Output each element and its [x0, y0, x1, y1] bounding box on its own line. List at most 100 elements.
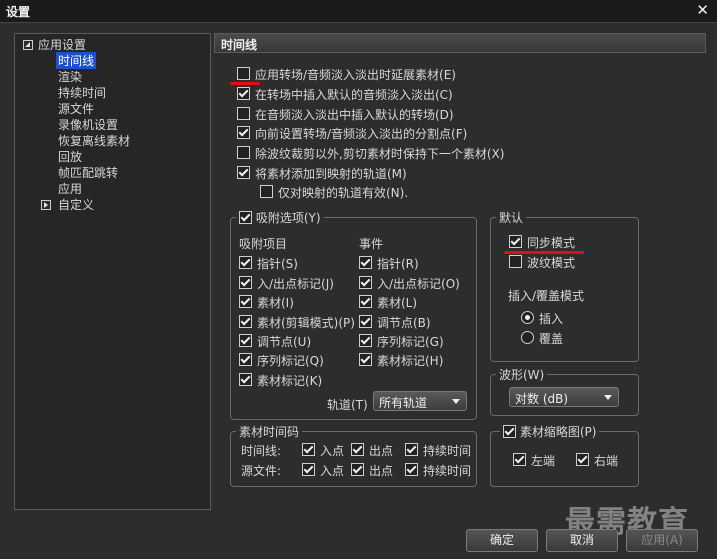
source-duration-checkbox[interactable]	[405, 463, 418, 476]
snap-event-cursor-label: 指针(R)	[377, 257, 419, 271]
snap-event-clip-marker-label: 素材标记(H)	[377, 354, 444, 368]
option-mapped-only-label: 仅对映射的轨道有效(N).	[278, 186, 409, 200]
snap-item-cursor-checkbox[interactable]	[239, 256, 252, 269]
snap-event-inout-checkbox[interactable]	[359, 276, 372, 289]
window-title: 设置	[6, 5, 31, 19]
timeline-out-checkbox[interactable]	[351, 443, 364, 456]
snap-item-clip-checkbox[interactable]	[239, 295, 252, 308]
snap-event-inout-label: 入/出点标记(O)	[377, 277, 460, 291]
option-keep-next-clip-checkbox[interactable]	[237, 146, 250, 159]
settings-tree: 应用设置 时间线 渲染 持续时间 源文件 录像机设置 恢复离线素材 回放 帧匹配…	[14, 33, 211, 510]
apply-button[interactable]: 应用(A)	[626, 529, 698, 552]
tree-item-application[interactable]: 应用	[58, 180, 82, 197]
option-extend-clip-label: 应用转场/音频淡入淡出时延展素材(E)	[255, 68, 456, 82]
option-mapped-only-checkbox[interactable]	[260, 185, 273, 198]
tree-item-timeline[interactable]: 时间线	[56, 52, 97, 69]
snap-item-clip-label: 素材(I)	[257, 296, 294, 310]
overwrite-radio[interactable]	[521, 331, 534, 344]
clip-timecode-title: 素材时间码	[236, 423, 303, 440]
snap-options-title: 吸附选项(Y)	[236, 209, 324, 226]
tree-item-source-file[interactable]: 源文件	[58, 100, 94, 117]
tree-item-custom[interactable]: 自定义	[58, 196, 94, 213]
ripple-mode-checkbox[interactable]	[509, 255, 522, 268]
sync-mode-checkbox[interactable]	[509, 235, 522, 248]
snap-item-seq-marker-checkbox[interactable]	[239, 353, 252, 366]
thumbnail-title: 素材缩略图(P)	[500, 423, 600, 440]
insert-overwrite-mode-label: 插入/覆盖模式	[508, 289, 585, 303]
annotation-underline	[230, 82, 260, 85]
timecode-source-label: 源文件:	[241, 464, 282, 478]
ok-button[interactable]: 确定	[466, 529, 538, 552]
option-insert-transition-checkbox[interactable]	[237, 107, 250, 120]
snap-event-cursor-checkbox[interactable]	[359, 256, 372, 269]
snap-item-clip-marker-label: 素材标记(K)	[257, 374, 323, 388]
track-select[interactable]: 所有轨道	[373, 391, 467, 411]
snap-item-clip-trim-checkbox[interactable]	[239, 315, 252, 328]
snap-events-header: 事件	[359, 237, 384, 251]
sync-mode-label: 同步模式	[527, 236, 576, 250]
thumbnail-left-label: 左端	[531, 454, 556, 468]
chevron-down-icon	[452, 399, 460, 404]
waveform-select-value: 对数 (dB)	[515, 392, 569, 406]
insert-radio[interactable]	[521, 311, 534, 324]
source-in-label: 入点	[320, 464, 345, 478]
track-select-value: 所有轨道	[379, 396, 428, 410]
snap-event-seq-marker-checkbox[interactable]	[359, 334, 372, 347]
collapse-toggle-icon[interactable]	[23, 40, 33, 50]
source-out-label: 出点	[369, 464, 394, 478]
tree-item-playback[interactable]: 回放	[58, 148, 82, 165]
expand-toggle-icon[interactable]	[41, 200, 51, 210]
thumbnail-right-checkbox[interactable]	[576, 453, 589, 466]
snap-event-clip-checkbox[interactable]	[359, 295, 372, 308]
option-extend-clip-checkbox[interactable]	[237, 67, 250, 80]
chevron-down-icon	[604, 395, 612, 400]
timeline-duration-checkbox[interactable]	[405, 443, 418, 456]
snap-options-checkbox[interactable]	[239, 211, 252, 224]
thumbnail-right-label: 右端	[594, 454, 619, 468]
option-split-point-checkbox[interactable]	[237, 126, 250, 139]
tree-item-match-frame[interactable]: 帧匹配跳转	[58, 164, 118, 181]
section-title: 时间线	[221, 38, 258, 52]
snap-event-clip-label: 素材(L)	[377, 296, 418, 310]
tree-root-app-settings[interactable]: 应用设置	[38, 36, 86, 53]
snap-options-label: 吸附选项(Y)	[255, 211, 321, 225]
thumbnail-label: 素材缩略图(P)	[519, 425, 597, 439]
snap-item-cursor-label: 指针(S)	[257, 257, 298, 271]
section-header: 时间线	[214, 33, 706, 53]
snap-item-inout-checkbox[interactable]	[239, 276, 252, 289]
timeline-duration-label: 持续时间	[423, 444, 472, 458]
timecode-timeline-label: 时间线:	[241, 444, 282, 458]
cancel-button[interactable]: 取消	[546, 529, 618, 552]
settings-dialog: 设置 ✕ 应用设置 时间线 渲染 持续时间 源文件 录像机设置 恢复离线素材 回…	[0, 0, 717, 559]
source-in-checkbox[interactable]	[302, 463, 315, 476]
snap-event-seq-marker-label: 序列标记(G)	[377, 335, 444, 349]
timeline-out-label: 出点	[369, 444, 394, 458]
option-mapped-track-checkbox[interactable]	[237, 166, 250, 179]
snap-event-clip-marker-checkbox[interactable]	[359, 353, 372, 366]
tree-item-render[interactable]: 渲染	[58, 68, 82, 85]
option-insert-transition-label: 在音频淡入淡出中插入默认的转场(D)	[255, 108, 454, 122]
ripple-mode-label: 波纹模式	[527, 256, 576, 270]
close-icon[interactable]: ✕	[696, 1, 709, 19]
overwrite-radio-label: 覆盖	[539, 332, 564, 346]
title-bar: 设置 ✕	[0, 0, 717, 23]
waveform-select[interactable]: 对数 (dB)	[509, 387, 619, 407]
default-group-title: 默认	[496, 209, 527, 226]
snap-item-seq-marker-label: 序列标记(Q)	[257, 354, 324, 368]
thumbnail-checkbox[interactable]	[503, 425, 516, 438]
timeline-in-checkbox[interactable]	[302, 443, 315, 456]
snap-event-keyframe-checkbox[interactable]	[359, 315, 372, 328]
source-out-checkbox[interactable]	[351, 463, 364, 476]
snap-items-header: 吸附项目	[239, 237, 288, 251]
insert-radio-label: 插入	[539, 312, 564, 326]
tree-item-restore-offline-clip[interactable]: 恢复离线素材	[58, 132, 130, 149]
snap-item-clip-marker-checkbox[interactable]	[239, 373, 252, 386]
option-split-point-label: 向前设置转场/音频淡入淡出的分割点(F)	[255, 127, 468, 141]
option-insert-audio-fade-checkbox[interactable]	[237, 87, 250, 100]
snap-item-keyframe-checkbox[interactable]	[239, 334, 252, 347]
tree-item-deck-settings[interactable]: 录像机设置	[58, 116, 118, 133]
thumbnail-left-checkbox[interactable]	[513, 453, 526, 466]
tree-item-duration[interactable]: 持续时间	[58, 84, 106, 101]
track-label: 轨道(T)	[327, 398, 368, 412]
snap-item-keyframe-label: 调节点(U)	[257, 335, 312, 349]
